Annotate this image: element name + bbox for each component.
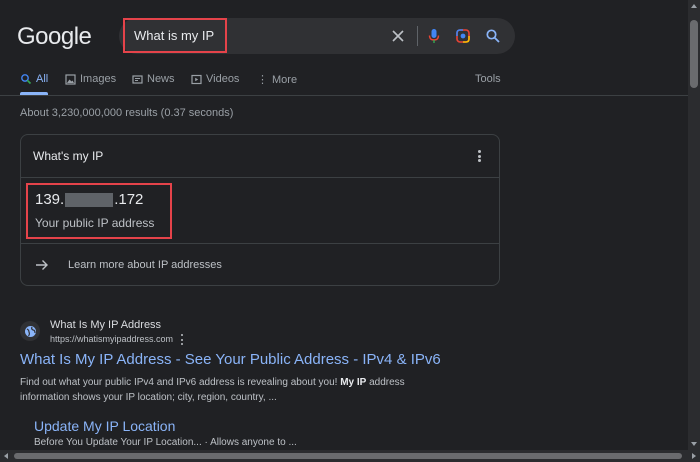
horizontal-scrollbar[interactable]: [0, 450, 700, 462]
result-title-link[interactable]: What Is My IP Address - See Your Public …: [20, 351, 441, 368]
scroll-down-icon[interactable]: [691, 442, 697, 446]
ip-prefix: 139.: [35, 191, 65, 208]
learn-more-link[interactable]: Learn more about IP addresses: [68, 259, 222, 271]
result-stats: About 3,230,000,000 results (0.37 second…: [20, 107, 234, 119]
news-icon: [132, 74, 143, 84]
ip-highlight-box: 139. .172 Your public IP address: [26, 183, 172, 239]
lens-icon[interactable]: [455, 28, 471, 44]
ip-suffix: .172: [114, 191, 144, 208]
ip-redaction: [65, 192, 114, 207]
search-icon[interactable]: [485, 28, 501, 44]
header-divider: [0, 95, 700, 96]
tab-label: News: [147, 73, 175, 85]
tab-images[interactable]: Images: [65, 73, 116, 85]
scroll-up-icon[interactable]: [691, 4, 697, 8]
search-icon: [21, 74, 32, 85]
result-menu-icon[interactable]: [180, 334, 184, 345]
more-vertical-icon: ⋮: [257, 74, 268, 86]
scroll-left-icon[interactable]: [4, 453, 8, 459]
sublink-snippet: Before You Update Your IP Location... · …: [34, 437, 297, 448]
search-bar[interactable]: What is my IP: [119, 18, 515, 54]
tab-videos[interactable]: Videos: [191, 73, 239, 85]
tab-label: Images: [80, 73, 117, 85]
tab-label: Videos: [206, 73, 240, 85]
tools-button[interactable]: Tools: [475, 73, 501, 85]
scroll-thumb[interactable]: [14, 453, 682, 459]
search-results-page: Google What is my IP All Images News Vid…: [0, 0, 700, 462]
globe-icon: [20, 321, 40, 341]
search-bar-divider: [417, 26, 418, 46]
sublink-title[interactable]: Update My IP Location: [34, 418, 175, 434]
scroll-right-icon[interactable]: [692, 453, 696, 459]
microphone-icon[interactable]: [426, 28, 442, 44]
video-icon: [191, 74, 202, 84]
ip-caption: Your public IP address: [35, 216, 155, 230]
clear-icon[interactable]: [390, 28, 406, 44]
card-menu-icon[interactable]: [474, 148, 484, 164]
result-url[interactable]: https://whatismyipaddress.com: [50, 334, 173, 344]
tab-more[interactable]: ⋮ More: [257, 73, 298, 87]
google-logo[interactable]: Google: [17, 23, 92, 51]
arrow-right-icon[interactable]: [35, 259, 49, 271]
tab-news[interactable]: News: [132, 73, 175, 85]
search-input[interactable]: What is my IP: [123, 18, 227, 53]
ip-address: 139. .172: [35, 191, 143, 208]
card-title: What's my IP: [33, 149, 104, 163]
card-divider: [21, 243, 499, 244]
ip-answer-card: What's my IP 139. .172 Your public IP ad…: [20, 134, 500, 286]
vertical-scrollbar[interactable]: [688, 0, 700, 450]
image-icon: [65, 73, 76, 85]
tab-all[interactable]: All: [20, 73, 48, 85]
tab-label: More: [272, 73, 298, 86]
result-snippet: Find out what your public IPv4 and IPv6 …: [20, 377, 405, 403]
result-site-name[interactable]: What Is My IP Address: [50, 319, 161, 331]
tab-label: All: [36, 73, 49, 85]
card-divider: [21, 177, 499, 178]
scroll-thumb[interactable]: [690, 20, 698, 88]
